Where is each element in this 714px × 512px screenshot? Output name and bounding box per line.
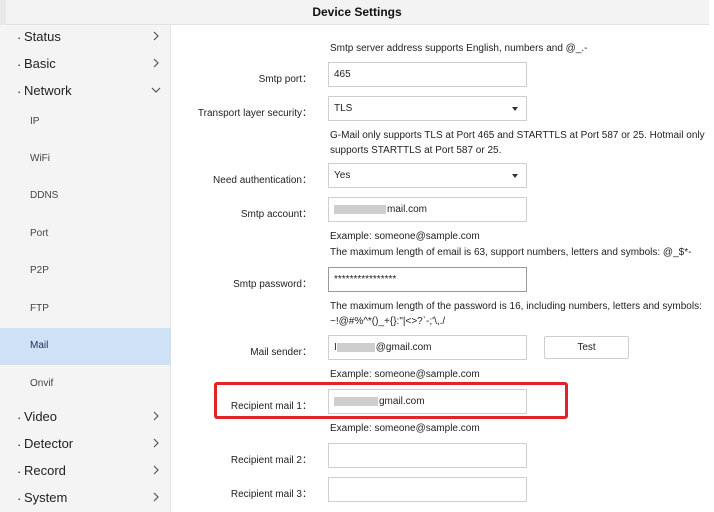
sidebar-category-label: Network <box>24 83 72 98</box>
sender-example: Example: someone@sample.com <box>330 369 480 380</box>
sidebar-item-label: WiFi <box>30 153 50 164</box>
recipient-mail-2-label: Recipient mail 2： <box>230 455 312 466</box>
smtp-account-input[interactable]: mail.com <box>328 197 527 222</box>
smtp-account-suffix: mail.com <box>387 204 428 215</box>
auth-label: Need authentication： <box>213 175 312 186</box>
dropdown-caret-icon <box>512 174 518 178</box>
sidebar-item-onvif[interactable]: Onvif <box>0 366 171 403</box>
sidebar-item-port[interactable]: Port <box>0 216 171 253</box>
sidebar-category-label: Status <box>24 29 61 44</box>
smtp-port-input[interactable]: 465 <box>328 62 527 87</box>
settings-sidebar: · Status · Basic · Network IP WiFi DDNS … <box>0 25 171 512</box>
sidebar-category-network[interactable]: · Network <box>0 79 171 105</box>
recipient-mail-2-input[interactable] <box>328 443 527 468</box>
chevron-right-icon <box>153 411 159 421</box>
sidebar-item-label: Mail <box>30 340 49 351</box>
sidebar-category-label: System <box>24 490 68 505</box>
mail-settings-panel: Smtp server address supports English, nu… <box>172 25 714 512</box>
recipient-mail-1-input[interactable]: gmail.com <box>328 389 527 414</box>
sidebar-category-label: Record <box>24 463 66 478</box>
recipient-mail-1-suffix: gmail.com <box>379 396 425 407</box>
sidebar-item-ftp[interactable]: FTP <box>0 291 171 328</box>
sidebar-item-ddns[interactable]: DDNS <box>0 178 171 215</box>
redacted-text <box>334 204 386 214</box>
tls-select[interactable]: TLS <box>328 96 527 121</box>
account-example: Example: someone@sample.com <box>330 231 480 242</box>
server-address-note: Smtp server address supports English, nu… <box>330 43 588 54</box>
chevron-right-icon <box>153 492 159 502</box>
account-note: The maximum length of email is 63, suppo… <box>330 247 692 258</box>
mail-sender-suffix: @gmail.com <box>375 342 432 353</box>
smtp-password-input[interactable]: **************** <box>328 267 527 292</box>
sidebar-category-record[interactable]: · Record <box>0 459 171 485</box>
smtp-port-label: Smtp port： <box>258 74 312 85</box>
test-button[interactable]: Test <box>544 336 629 359</box>
recipient-mail-3-label: Recipient mail 3： <box>230 489 312 500</box>
redacted-text <box>336 342 375 352</box>
auth-select[interactable]: Yes <box>328 163 527 188</box>
smtp-account-label: Smtp account： <box>240 209 312 220</box>
sidebar-category-status[interactable]: · Status <box>0 25 171 51</box>
chevron-right-icon <box>153 31 159 41</box>
sidebar-item-label: Onvif <box>30 378 54 389</box>
sidebar-category-video[interactable]: · Video <box>0 405 171 431</box>
window-title: Device Settings <box>312 5 402 19</box>
chevron-right-icon <box>153 58 159 68</box>
mail-sender-label: Mail sender： <box>250 347 312 358</box>
tls-label: Transport layer security： <box>197 108 312 119</box>
sidebar-category-label: Basic <box>24 56 56 71</box>
recipient-example: Example: someone@sample.com <box>330 423 480 434</box>
sidebar-item-mail[interactable]: Mail <box>0 328 171 365</box>
recipient-mail-1-label: Recipient mail 1： <box>230 401 312 412</box>
smtp-password-label: Smtp password： <box>233 279 312 290</box>
dropdown-caret-icon <box>512 107 518 111</box>
sidebar-item-wifi[interactable]: WiFi <box>0 141 171 178</box>
password-note: The maximum length of the password is 16… <box>330 301 702 327</box>
chevron-right-icon <box>153 438 159 448</box>
redacted-text <box>334 396 378 406</box>
sidebar-category-system[interactable]: · System <box>0 486 171 512</box>
sidebar-category-detector[interactable]: · Detector <box>0 432 171 458</box>
window-right-edge <box>709 0 714 512</box>
sidebar-category-label: Detector <box>24 436 74 451</box>
chevron-right-icon <box>153 465 159 475</box>
title-bar: Device Settings <box>0 0 714 25</box>
chevron-down-icon <box>151 87 161 93</box>
auth-selected-value: Yes <box>334 170 351 181</box>
sidebar-item-label: P2P <box>30 265 49 276</box>
sidebar-category-basic[interactable]: · Basic <box>0 52 171 78</box>
sidebar-item-ip[interactable]: IP <box>0 104 171 141</box>
sidebar-item-p2p[interactable]: P2P <box>0 253 171 290</box>
sidebar-item-label: Port <box>30 228 49 239</box>
sidebar-item-label: FTP <box>30 303 49 314</box>
sidebar-category-label: Video <box>24 409 58 424</box>
recipient-mail-3-input[interactable] <box>328 477 527 502</box>
tls-note: G-Mail only supports TLS at Port 465 and… <box>330 130 705 156</box>
mail-sender-input[interactable]: I @gmail.com <box>328 335 527 360</box>
tls-selected-value: TLS <box>334 103 353 114</box>
sidebar-item-label: IP <box>30 116 40 127</box>
sidebar-item-label: DDNS <box>30 190 59 201</box>
